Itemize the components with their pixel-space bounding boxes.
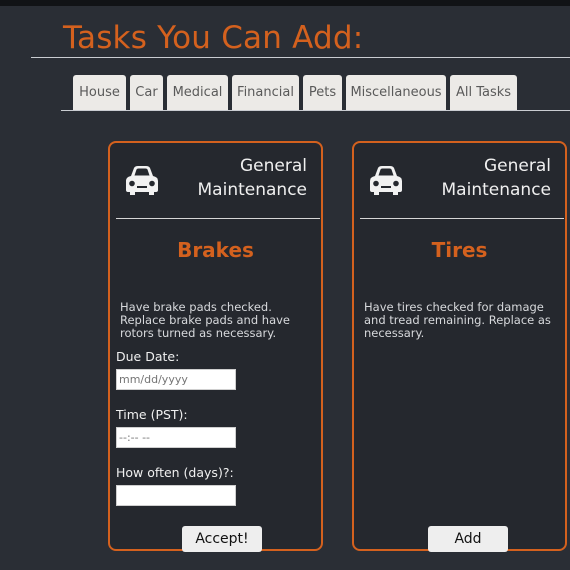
tab-financial[interactable]: Financial (232, 75, 299, 110)
title-divider (31, 57, 570, 58)
card-divider (360, 218, 564, 219)
tab-all-tasks[interactable]: All Tasks (450, 75, 517, 110)
category-line-1: General (240, 156, 307, 176)
tab-pets[interactable]: Pets (303, 75, 342, 110)
due-date-label: Due Date: (116, 349, 180, 364)
tabs-divider (61, 110, 570, 111)
task-title: Brakes (177, 238, 254, 262)
time-input[interactable] (116, 427, 236, 448)
category-line-1: General (484, 156, 551, 176)
task-description: Have brake pads checked. Replace brake p… (120, 300, 291, 340)
car-icon (126, 166, 158, 195)
page-title: Tasks You Can Add: (63, 20, 364, 56)
accept-button[interactable]: Accept! (182, 526, 262, 552)
tab-medical[interactable]: Medical (167, 75, 228, 110)
tab-miscellaneous[interactable]: Miscellaneous (346, 75, 446, 110)
category-tabs: House Car Medical Financial Pets Miscell… (73, 75, 517, 110)
due-date-input[interactable] (116, 369, 236, 390)
task-category: General Maintenance (167, 154, 307, 202)
tab-car[interactable]: Car (130, 75, 163, 110)
tab-house[interactable]: House (73, 75, 126, 110)
frequency-input[interactable] (116, 485, 236, 506)
task-card-brakes: General Maintenance Brakes Have brake pa… (108, 141, 323, 552)
add-button[interactable]: Add (428, 526, 508, 552)
car-icon (370, 166, 402, 195)
task-card-tires: General Maintenance Tires Have tires che… (352, 141, 567, 552)
task-category: General Maintenance (411, 154, 551, 202)
task-description: Have tires checked for damage and tread … (364, 300, 551, 340)
top-bar (0, 0, 570, 6)
category-line-2: Maintenance (441, 180, 551, 200)
frequency-label: How often (days)?: (116, 465, 234, 480)
category-line-2: Maintenance (197, 180, 307, 200)
time-label: Time (PST): (116, 407, 188, 422)
task-title: Tires (431, 238, 488, 262)
card-divider (116, 218, 320, 219)
